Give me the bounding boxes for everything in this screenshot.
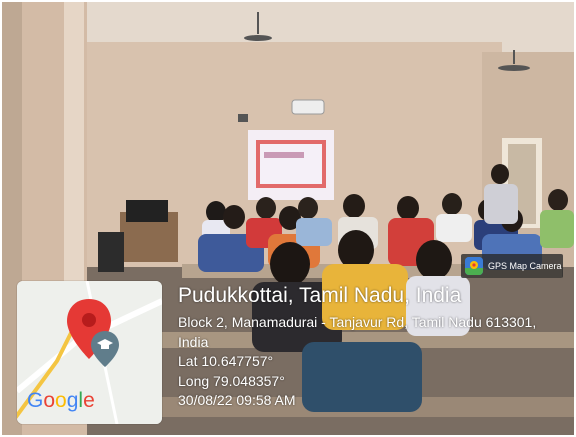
address-line-1: Block 2, Manamadurai - Tanjavur Rd, Tami… xyxy=(178,314,537,330)
location-title: Pudukkottai, Tamil Nadu, India xyxy=(178,284,462,307)
google-logo-letter: g xyxy=(66,389,79,412)
google-logo-letter: e xyxy=(83,389,95,412)
photo-frame: Google GPS Map Camera Pudukkottai, Tamil… xyxy=(0,0,576,437)
location-info: Pudukkottai, Tamil Nadu, India Block 2, … xyxy=(178,283,570,411)
gps-map-camera-app-icon xyxy=(465,257,483,275)
address-line-2: India xyxy=(178,333,209,350)
latitude: Lat 10.647757° xyxy=(178,353,274,369)
google-logo-letter: o xyxy=(43,389,56,412)
map-thumbnail: Google xyxy=(17,281,162,424)
google-logo: Google xyxy=(27,389,95,413)
gps-map-camera-badge: GPS Map Camera xyxy=(461,254,563,278)
timestamp: 30/08/22 09:58 AM xyxy=(178,392,296,408)
google-logo-letter: G xyxy=(27,389,44,412)
longitude: Long 79.048357° xyxy=(178,372,285,389)
badge-label: GPS Map Camera xyxy=(488,261,562,271)
projector xyxy=(291,99,325,115)
google-logo-letter: o xyxy=(55,389,67,412)
computer-monitor xyxy=(126,200,168,222)
